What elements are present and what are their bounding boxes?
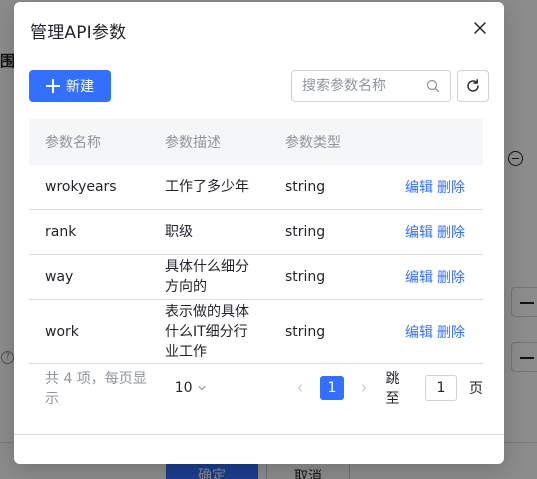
plus-icon bbox=[46, 79, 60, 93]
row-actions: 编辑 删除 bbox=[379, 222, 483, 242]
param-desc: 表示做的具体 什么IT细分行 业工作 bbox=[149, 302, 269, 362]
prev-page-button[interactable] bbox=[293, 383, 309, 393]
modal-title: 管理API参数 bbox=[30, 23, 127, 43]
delete-link[interactable]: 删除 bbox=[437, 177, 465, 197]
row-actions: 编辑 删除 bbox=[379, 267, 483, 287]
header-param-type: 参数类型 bbox=[285, 135, 341, 151]
desc-line: 职级 bbox=[165, 224, 193, 240]
table-row: way 具体什么细分 方向的 string 编辑 删除 bbox=[29, 255, 483, 300]
header-param-desc: 参数描述 bbox=[165, 135, 221, 151]
modal-footer-divider bbox=[14, 434, 504, 435]
table-header: 参数名称 参数描述 参数类型 bbox=[29, 119, 483, 165]
pagination: 共 4 项，每页显示 10 1 跳至 页 bbox=[29, 371, 483, 407]
new-param-button[interactable]: 新建 bbox=[29, 70, 111, 102]
param-type: string bbox=[285, 179, 326, 195]
delete-link[interactable]: 删除 bbox=[437, 322, 465, 342]
search-box[interactable] bbox=[291, 70, 451, 102]
edit-link[interactable]: 编辑 bbox=[405, 222, 433, 242]
search-input[interactable] bbox=[302, 78, 426, 94]
delete-link[interactable]: 删除 bbox=[437, 267, 465, 287]
table-row: rank 职级 string 编辑 删除 bbox=[29, 210, 483, 255]
table-row: work 表示做的具体 什么IT细分行 业工作 string 编辑 删除 bbox=[29, 300, 483, 364]
next-page-button[interactable] bbox=[356, 383, 372, 393]
param-desc: 职级 bbox=[149, 222, 269, 242]
refresh-icon bbox=[467, 79, 479, 92]
row-actions: 编辑 删除 bbox=[379, 177, 483, 197]
param-desc: 具体什么细分 方向的 bbox=[149, 257, 269, 297]
header-param-name: 参数名称 bbox=[45, 135, 101, 151]
desc-line: 工作了多少年 bbox=[165, 179, 249, 195]
row-actions: 编辑 删除 bbox=[379, 322, 483, 342]
desc-line: 什么IT细分行 bbox=[165, 323, 248, 340]
page-unit-label: 页 bbox=[468, 381, 483, 397]
chevron-right-icon bbox=[361, 384, 366, 392]
desc-line: 方向的 bbox=[165, 279, 207, 295]
param-name: work bbox=[45, 323, 79, 340]
page-size-select[interactable]: 10 bbox=[175, 380, 207, 396]
param-type: string bbox=[285, 269, 326, 285]
edit-link[interactable]: 编辑 bbox=[405, 322, 433, 342]
desc-line: 业工作 bbox=[165, 343, 207, 360]
table-row: wrokyears 工作了多少年 string 编辑 删除 bbox=[29, 165, 483, 210]
search-icon[interactable] bbox=[426, 79, 440, 93]
new-button-label: 新建 bbox=[66, 79, 94, 95]
jump-page-input[interactable] bbox=[424, 375, 457, 401]
close-icon[interactable] bbox=[472, 20, 488, 36]
total-count-text: 共 4 项，每页显示 bbox=[45, 371, 147, 407]
edit-link[interactable]: 编辑 bbox=[405, 267, 433, 287]
refresh-button[interactable] bbox=[457, 70, 489, 102]
chevron-down-icon bbox=[197, 385, 206, 391]
manage-api-params-modal: 管理API参数 新建 参数名称 参数描述 参数类型 wrokyears 工作了多… bbox=[14, 2, 504, 464]
desc-line: 表示做的具体 bbox=[165, 303, 249, 320]
param-name: way bbox=[45, 269, 74, 285]
param-desc: 工作了多少年 bbox=[149, 177, 269, 197]
chevron-left-icon bbox=[298, 384, 303, 392]
page-size-value: 10 bbox=[174, 380, 193, 396]
edit-link[interactable]: 编辑 bbox=[405, 177, 433, 197]
page-number-current[interactable]: 1 bbox=[320, 376, 344, 400]
param-type: string bbox=[285, 224, 326, 240]
delete-link[interactable]: 删除 bbox=[437, 222, 465, 242]
param-name: rank bbox=[45, 224, 77, 240]
jump-to-label: 跳至 bbox=[385, 371, 400, 407]
desc-line: 具体什么细分 bbox=[165, 259, 249, 275]
param-type: string bbox=[285, 323, 326, 340]
params-table: 参数名称 参数描述 参数类型 wrokyears 工作了多少年 string 编… bbox=[29, 119, 483, 364]
param-name: wrokyears bbox=[45, 179, 117, 195]
